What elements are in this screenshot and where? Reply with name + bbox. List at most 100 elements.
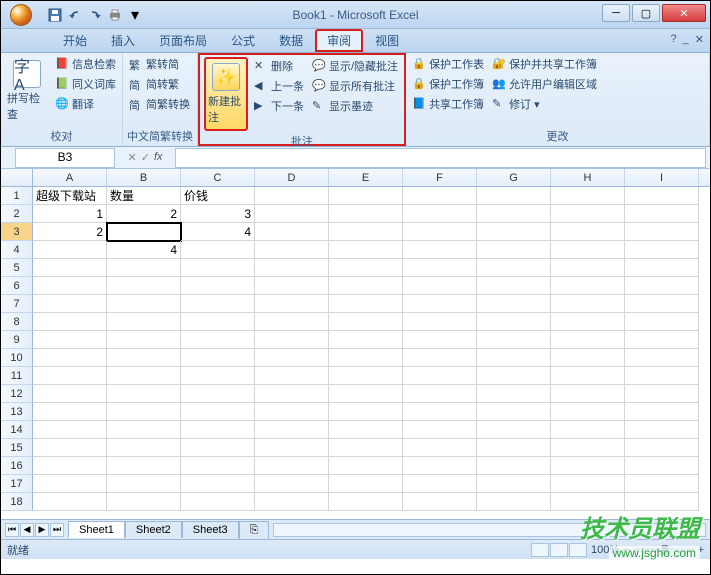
cell-E2[interactable] (329, 205, 403, 223)
cell-C15[interactable] (181, 439, 255, 457)
cell-D2[interactable] (255, 205, 329, 223)
cell-G3[interactable] (477, 223, 551, 241)
cell-E1[interactable] (329, 187, 403, 205)
cell-E5[interactable] (329, 259, 403, 277)
thesaurus-button[interactable]: 📗同义词库 (53, 75, 118, 93)
cell-C8[interactable] (181, 313, 255, 331)
cell-B10[interactable] (107, 349, 181, 367)
cell-H15[interactable] (551, 439, 625, 457)
cell-F5[interactable] (403, 259, 477, 277)
cell-E18[interactable] (329, 493, 403, 511)
row-header[interactable]: 4 (1, 241, 33, 259)
cell-B11[interactable] (107, 367, 181, 385)
new-sheet-button[interactable]: ⎘ (239, 521, 270, 539)
cell-B17[interactable] (107, 475, 181, 493)
cell-G11[interactable] (477, 367, 551, 385)
cell-B5[interactable] (107, 259, 181, 277)
name-box[interactable]: B3 (15, 148, 115, 168)
fx-icon[interactable]: fx (154, 151, 163, 164)
sc-button[interactable]: 繁繁转简 (127, 55, 192, 73)
cell-I12[interactable] (625, 385, 699, 403)
qat-dropdown-icon[interactable]: ▾ (127, 7, 143, 23)
cell-I1[interactable] (625, 187, 699, 205)
cell-G17[interactable] (477, 475, 551, 493)
cell-A4[interactable] (33, 241, 107, 259)
row-header[interactable]: 16 (1, 457, 33, 475)
cell-F9[interactable] (403, 331, 477, 349)
cell-A17[interactable] (33, 475, 107, 493)
close-button[interactable]: ✕ (662, 4, 706, 22)
cell-E12[interactable] (329, 385, 403, 403)
cell-H3[interactable] (551, 223, 625, 241)
cell-I18[interactable] (625, 493, 699, 511)
zoom-in-button[interactable]: + (698, 544, 704, 556)
page-break-view-button[interactable] (569, 543, 587, 557)
cell-B12[interactable] (107, 385, 181, 403)
cell-D4[interactable] (255, 241, 329, 259)
cell-G9[interactable] (477, 331, 551, 349)
cell-F4[interactable] (403, 241, 477, 259)
cell-E14[interactable] (329, 421, 403, 439)
cell-C13[interactable] (181, 403, 255, 421)
cell-I14[interactable] (625, 421, 699, 439)
cell-I2[interactable] (625, 205, 699, 223)
cell-G8[interactable] (477, 313, 551, 331)
col-B[interactable]: B (107, 169, 181, 186)
formula-input[interactable] (175, 148, 706, 168)
tab-review[interactable]: 审阅 (315, 29, 363, 52)
cell-H18[interactable] (551, 493, 625, 511)
tc-button[interactable]: 简简转繁 (127, 75, 192, 93)
cell-B14[interactable] (107, 421, 181, 439)
cell-F8[interactable] (403, 313, 477, 331)
cell-F16[interactable] (403, 457, 477, 475)
conv-button[interactable]: 简简繁转换 (127, 95, 192, 113)
cell-A9[interactable] (33, 331, 107, 349)
cell-E9[interactable] (329, 331, 403, 349)
cell-B6[interactable] (107, 277, 181, 295)
cell-G16[interactable] (477, 457, 551, 475)
row-header[interactable]: 15 (1, 439, 33, 457)
cell-F1[interactable] (403, 187, 477, 205)
cell-F15[interactable] (403, 439, 477, 457)
sheet-tab-1[interactable]: Sheet1 (68, 521, 125, 538)
save-icon[interactable] (47, 7, 63, 23)
cell-D14[interactable] (255, 421, 329, 439)
showhide-comment-button[interactable]: 💬显示/隐藏批注 (310, 57, 400, 75)
cell-D8[interactable] (255, 313, 329, 331)
col-H[interactable]: H (551, 169, 625, 186)
horizontal-scrollbar[interactable] (273, 523, 706, 537)
cell-H4[interactable] (551, 241, 625, 259)
cell-A6[interactable] (33, 277, 107, 295)
delete-comment-button[interactable]: ✕删除 (252, 57, 306, 75)
page-layout-view-button[interactable] (550, 543, 568, 557)
cell-A7[interactable] (33, 295, 107, 313)
cell-F13[interactable] (403, 403, 477, 421)
cell-H14[interactable] (551, 421, 625, 439)
cell-A16[interactable] (33, 457, 107, 475)
cell-G4[interactable] (477, 241, 551, 259)
minimize-button[interactable]: ─ (602, 4, 630, 22)
col-C[interactable]: C (181, 169, 255, 186)
cell-B3[interactable] (107, 223, 181, 241)
cell-D7[interactable] (255, 295, 329, 313)
cell-H11[interactable] (551, 367, 625, 385)
cell-C7[interactable] (181, 295, 255, 313)
row-header[interactable]: 6 (1, 277, 33, 295)
cell-E8[interactable] (329, 313, 403, 331)
tab-insert[interactable]: 插入 (99, 29, 147, 52)
cell-H13[interactable] (551, 403, 625, 421)
col-E[interactable]: E (329, 169, 403, 186)
cell-I8[interactable] (625, 313, 699, 331)
cell-B1[interactable]: 数量 (107, 187, 181, 205)
prev-sheet-button[interactable]: ◀ (20, 523, 34, 537)
cell-A5[interactable] (33, 259, 107, 277)
cell-G5[interactable] (477, 259, 551, 277)
cell-F12[interactable] (403, 385, 477, 403)
cell-I6[interactable] (625, 277, 699, 295)
maximize-button[interactable]: ▢ (632, 4, 660, 22)
cell-I10[interactable] (625, 349, 699, 367)
cancel-formula-icon[interactable]: ✕ (128, 151, 137, 164)
cell-A2[interactable]: 1 (33, 205, 107, 223)
last-sheet-button[interactable]: ⏭ (50, 523, 64, 537)
row-header[interactable]: 5 (1, 259, 33, 277)
